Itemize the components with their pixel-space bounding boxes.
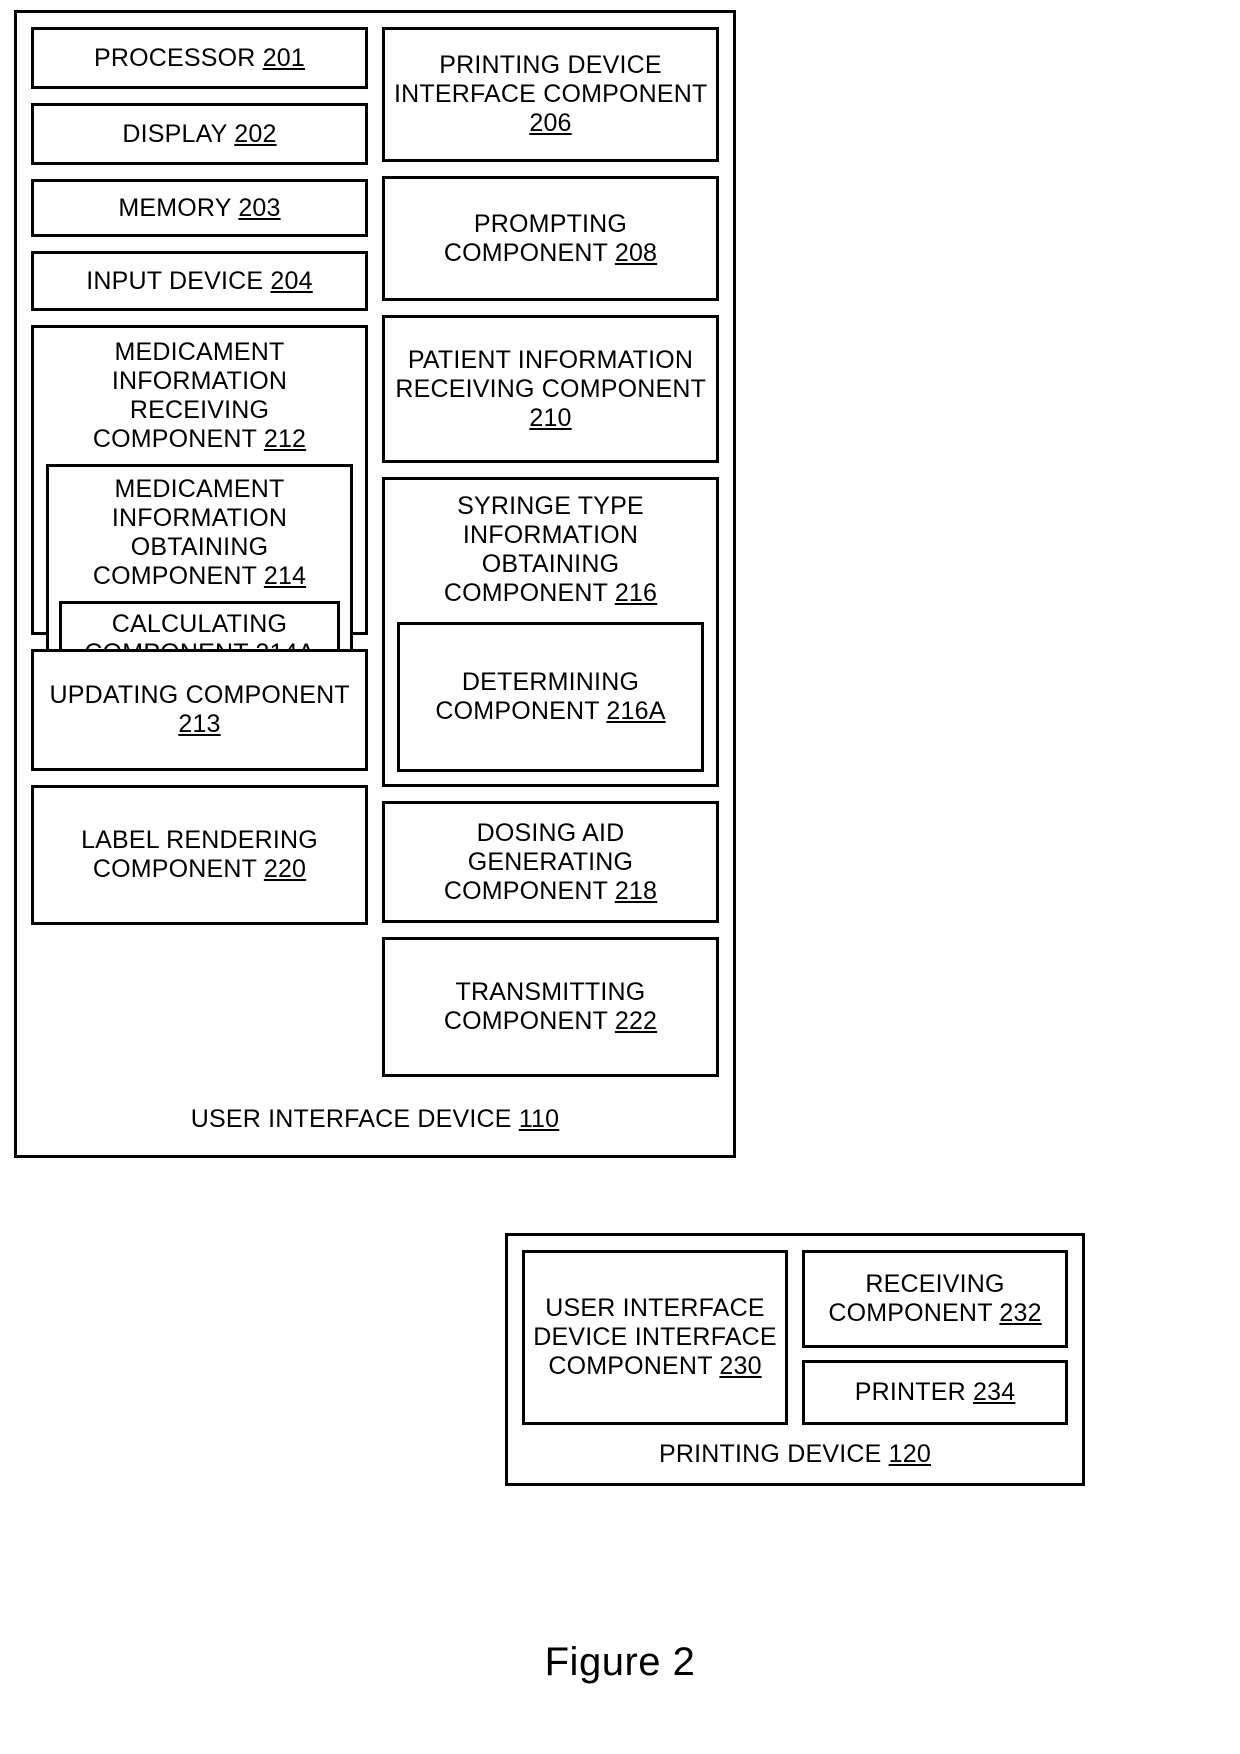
component-transmitting-222-label: TRANSMITTING COMPONENT 222 bbox=[443, 978, 658, 1035]
component-prompting-208-label: PROMPTING COMPONENT 208 bbox=[443, 209, 658, 267]
printing-device-footer-label: PRINTING DEVICE 120 bbox=[659, 1439, 931, 1468]
component-determining-216a-label: DETERMINING COMPONENT 216A bbox=[435, 668, 666, 725]
component-receiving-232-label: RECEIVING COMPONENT 232 bbox=[828, 1270, 1042, 1327]
component-medicament-information-receiving-212-label: MEDICAMENT INFORMATION RECEIVING COMPONE… bbox=[92, 338, 307, 453]
user-interface-device-footer: USER INTERFACE DEVICE 110 bbox=[31, 1077, 719, 1155]
component-medicament-information-receiving-212: MEDICAMENT INFORMATION RECEIVING COMPONE… bbox=[31, 325, 368, 690]
component-updating-213-label: UPDATING COMPONENT 213 bbox=[49, 681, 350, 738]
component-printer-234: PRINTER 234 bbox=[802, 1360, 1068, 1425]
device-110-left-column: PROCESSOR 201 DISPLAY 202 MEMORY 203 INP… bbox=[31, 27, 368, 1077]
component-syringe-type-information-obtaining-216: SYRINGE TYPE INFORMATION OBTAINING COMPO… bbox=[382, 477, 719, 787]
component-prompting-208: PROMPTING COMPONENT 208 bbox=[382, 176, 719, 301]
device-120-right-column: RECEIVING COMPONENT 232 PRINTER 234 bbox=[802, 1250, 1068, 1425]
component-dosing-aid-generating-218-label: DOSING AID GENERATING COMPONENT 218 bbox=[443, 818, 658, 905]
component-patient-information-receiving-210: PATIENT INFORMATION RECEIVING COMPONENT … bbox=[382, 315, 719, 463]
device-120-columns: USER INTERFACE DEVICE INTERFACE COMPONEN… bbox=[522, 1250, 1068, 1425]
component-processor-201-label: PROCESSOR 201 bbox=[93, 43, 306, 72]
component-label-rendering-220: LABEL RENDERING COMPONENT 220 bbox=[31, 785, 368, 925]
component-receiving-232: RECEIVING COMPONENT 232 bbox=[802, 1250, 1068, 1348]
device-110-right-column: PRINTING DEVICE INTERFACE COMPONENT 206 … bbox=[382, 27, 719, 1077]
component-user-interface-device-interface-230-label: USER INTERFACE DEVICE INTERFACE COMPONEN… bbox=[533, 1294, 777, 1380]
component-determining-216a: DETERMINING COMPONENT 216A bbox=[397, 622, 704, 772]
component-patient-information-receiving-210-label: PATIENT INFORMATION RECEIVING COMPONENT … bbox=[395, 345, 706, 432]
component-display-202-label: DISPLAY 202 bbox=[122, 119, 277, 148]
component-dosing-aid-generating-218: DOSING AID GENERATING COMPONENT 218 bbox=[382, 801, 719, 923]
component-user-interface-device-interface-230: USER INTERFACE DEVICE INTERFACE COMPONEN… bbox=[522, 1250, 789, 1425]
printing-device-block: USER INTERFACE DEVICE INTERFACE COMPONEN… bbox=[505, 1233, 1085, 1486]
component-input-device-204-label: INPUT DEVICE 204 bbox=[86, 266, 313, 295]
component-transmitting-222: TRANSMITTING COMPONENT 222 bbox=[382, 937, 719, 1077]
component-printing-device-interface-206-label: PRINTING DEVICE INTERFACE COMPONENT 206 bbox=[393, 51, 708, 137]
printing-device-footer: PRINTING DEVICE 120 bbox=[522, 1425, 1068, 1483]
user-interface-device-footer-label: USER INTERFACE DEVICE 110 bbox=[190, 1104, 560, 1133]
user-interface-device-block: PROCESSOR 201 DISPLAY 202 MEMORY 203 INP… bbox=[14, 10, 736, 1158]
component-processor-201: PROCESSOR 201 bbox=[31, 27, 368, 89]
component-display-202: DISPLAY 202 bbox=[31, 103, 368, 165]
figure-caption: Figure 2 bbox=[544, 1640, 696, 1684]
component-syringe-type-information-obtaining-216-label: SYRINGE TYPE INFORMATION OBTAINING COMPO… bbox=[443, 492, 658, 607]
component-printer-234-label: PRINTER 234 bbox=[854, 1378, 1016, 1406]
component-updating-213: UPDATING COMPONENT 213 bbox=[31, 649, 368, 771]
component-memory-203-label: MEMORY 203 bbox=[118, 193, 281, 222]
component-printing-device-interface-206: PRINTING DEVICE INTERFACE COMPONENT 206 bbox=[382, 27, 719, 162]
component-label-rendering-220-label: LABEL RENDERING COMPONENT 220 bbox=[81, 826, 318, 883]
device-110-columns: PROCESSOR 201 DISPLAY 202 MEMORY 203 INP… bbox=[31, 27, 719, 1077]
component-memory-203: MEMORY 203 bbox=[31, 179, 368, 237]
component-medicament-information-obtaining-214-label: MEDICAMENT INFORMATION OBTAINING COMPONE… bbox=[92, 475, 307, 590]
component-input-device-204: INPUT DEVICE 204 bbox=[31, 251, 368, 311]
